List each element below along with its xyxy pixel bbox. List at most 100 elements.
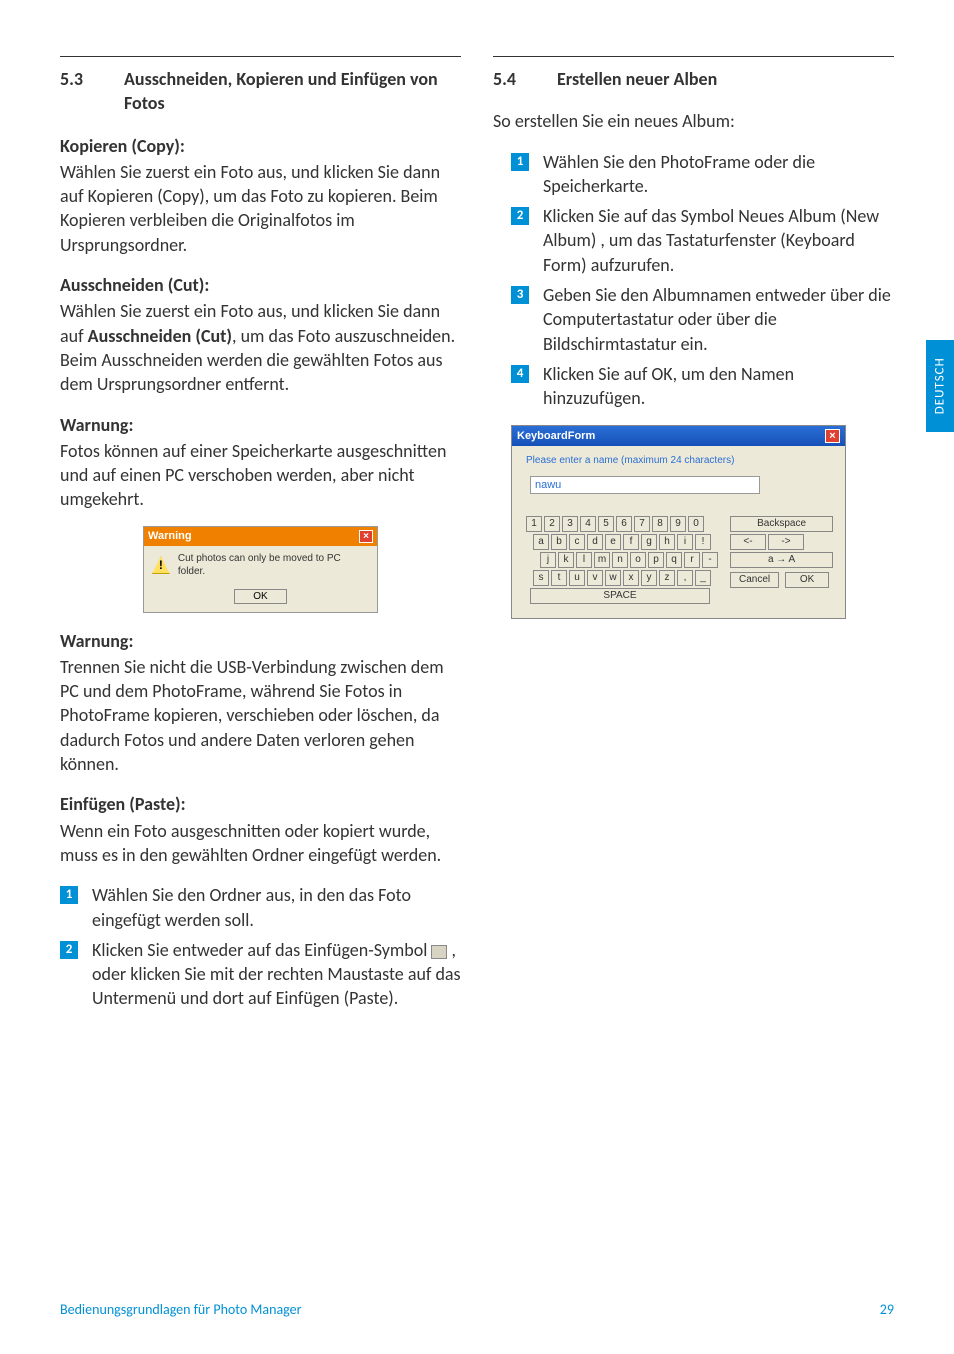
key-d[interactable]: d: [587, 534, 603, 550]
key-y[interactable]: y: [641, 570, 657, 586]
key--[interactable]: -: [702, 552, 718, 568]
warning1-body: Fotos können auf einer Speicherkarte aus…: [60, 439, 461, 512]
key-row-3: jklmnopqr-: [540, 552, 720, 568]
cursor-right-key[interactable]: ->: [768, 534, 804, 550]
key-o[interactable]: o: [630, 552, 646, 568]
dialog-message: Cut photos can only be moved to PC folde…: [178, 552, 369, 579]
key-w[interactable]: w: [605, 570, 621, 586]
paste-heading: Einfügen (Paste):: [60, 792, 461, 816]
key-j[interactable]: j: [540, 552, 556, 568]
page-number: 29: [880, 1301, 894, 1320]
key-row-2: abcdefghi!: [533, 534, 720, 550]
cancel-button[interactable]: Cancel: [730, 572, 779, 588]
step-text: Geben Sie den Albumnamen entweder über d…: [543, 283, 894, 356]
key-s[interactable]: s: [533, 570, 549, 586]
album-step-1: 1 Wählen Sie den PhotoFrame oder die Spe…: [493, 150, 894, 199]
warning1-heading: Warnung:: [60, 413, 461, 437]
warning2-heading: Warnung:: [60, 629, 461, 653]
key-1[interactable]: 1: [526, 516, 542, 532]
copy-heading: Kopieren (Copy):: [60, 134, 461, 158]
name-input[interactable]: [530, 476, 760, 494]
key-c[interactable]: c: [569, 534, 585, 550]
key-b[interactable]: b: [551, 534, 567, 550]
step-text: Wählen Sie den PhotoFrame oder die Speic…: [543, 150, 894, 199]
key-8[interactable]: 8: [652, 516, 668, 532]
step-text: Klicken Sie auf OK, um den Namen hinzuzu…: [543, 362, 894, 411]
key-n[interactable]: n: [612, 552, 628, 568]
page-footer: Bedienungsgrundlagen für Photo Manager 2…: [60, 1301, 894, 1320]
key-7[interactable]: 7: [634, 516, 650, 532]
key-m[interactable]: m: [594, 552, 610, 568]
key-i[interactable]: i: [677, 534, 693, 550]
key-6[interactable]: 6: [616, 516, 632, 532]
key-_[interactable]: _: [695, 570, 711, 586]
section-5-4-heading: 5.4 Erstellen neuer Alben: [493, 56, 894, 91]
key-3[interactable]: 3: [562, 516, 578, 532]
section-title: Erstellen neuer Alben: [557, 67, 717, 91]
section-title: Ausschneiden, Kopieren und Einfügen von …: [124, 67, 461, 116]
key-h[interactable]: h: [659, 534, 675, 550]
step-number-icon: 3: [511, 286, 529, 304]
step-number-icon: 2: [511, 207, 529, 225]
key-l[interactable]: l: [576, 552, 592, 568]
step-text: Wählen Sie den Ordner aus, in den das Fo…: [92, 883, 461, 932]
key-f[interactable]: f: [623, 534, 639, 550]
cut-body: Wählen Sie zuerst ein Foto aus, und klic…: [60, 299, 461, 396]
dialog-title: KeyboardForm: [517, 429, 595, 444]
ok-button[interactable]: OK: [234, 589, 286, 604]
album-step-3: 3 Geben Sie den Albumnamen entweder über…: [493, 283, 894, 356]
key-p[interactable]: p: [648, 552, 664, 568]
paste-step-1: 1 Wählen Sie den Ordner aus, in den das …: [60, 883, 461, 932]
paste-step-2: 2 Klicken Sie entweder auf das Einfügen-…: [60, 938, 461, 1011]
key-9[interactable]: 9: [670, 516, 686, 532]
space-key[interactable]: SPACE: [530, 588, 710, 604]
backspace-key[interactable]: Backspace: [730, 516, 833, 532]
key-0[interactable]: 0: [688, 516, 704, 532]
step-text: Klicken Sie auf das Symbol Neues Album (…: [543, 204, 894, 277]
key-u[interactable]: u: [569, 570, 585, 586]
shift-key[interactable]: a → A: [730, 552, 833, 568]
step-number-icon: 1: [511, 153, 529, 171]
key-k[interactable]: k: [558, 552, 574, 568]
key-4[interactable]: 4: [580, 516, 596, 532]
keyboard-prompt: Please enter a name (maximum 24 characte…: [526, 454, 831, 468]
close-icon[interactable]: ×: [825, 429, 840, 443]
key-x[interactable]: x: [623, 570, 639, 586]
key-g[interactable]: g: [641, 534, 657, 550]
footer-title: Bedienungsgrundlagen für Photo Manager: [60, 1301, 301, 1320]
warning2-body: Trennen Sie nicht die USB-Verbindung zwi…: [60, 655, 461, 776]
key-q[interactable]: q: [666, 552, 682, 568]
keyboard-form-dialog: KeyboardForm × Please enter a name (maxi…: [511, 425, 846, 619]
key-z[interactable]: z: [659, 570, 675, 586]
step-number-icon: 4: [511, 365, 529, 383]
warning-triangle-icon: !: [152, 556, 170, 574]
close-icon[interactable]: ×: [359, 530, 373, 543]
step-number-icon: 1: [60, 886, 78, 904]
paste-icon: [431, 945, 447, 959]
key-,[interactable]: ,: [677, 570, 693, 586]
cut-body-bold: Ausschneiden (Cut): [88, 325, 232, 347]
language-label: DEUTSCH: [931, 358, 949, 415]
key-e[interactable]: e: [605, 534, 621, 550]
cut-heading: Ausschneiden (Cut):: [60, 273, 461, 297]
section-number: 5.3: [60, 67, 124, 116]
key-2[interactable]: 2: [544, 516, 560, 532]
dialog-title: Warning: [148, 529, 192, 544]
intro-text: So erstellen Sie ein neues Album:: [493, 109, 894, 133]
key-r[interactable]: r: [684, 552, 700, 568]
cursor-left-key[interactable]: <-: [730, 534, 766, 550]
dialog-titlebar: KeyboardForm ×: [512, 426, 845, 447]
key-a[interactable]: a: [533, 534, 549, 550]
ok-button[interactable]: OK: [785, 572, 829, 588]
key-![interactable]: !: [695, 534, 711, 550]
album-step-2: 2 Klicken Sie auf das Symbol Neues Album…: [493, 204, 894, 277]
key-5[interactable]: 5: [598, 516, 614, 532]
language-tab: DEUTSCH: [926, 340, 954, 432]
dialog-titlebar: Warning ×: [144, 527, 377, 546]
section-number: 5.4: [493, 67, 557, 91]
paste-body: Wenn ein Foto ausgeschnitten oder kopier…: [60, 819, 461, 868]
key-v[interactable]: v: [587, 570, 603, 586]
key-t[interactable]: t: [551, 570, 567, 586]
key-row-4: stuvwxyz,_: [533, 570, 720, 586]
copy-body: Wählen Sie zuerst ein Foto aus, und klic…: [60, 160, 461, 257]
